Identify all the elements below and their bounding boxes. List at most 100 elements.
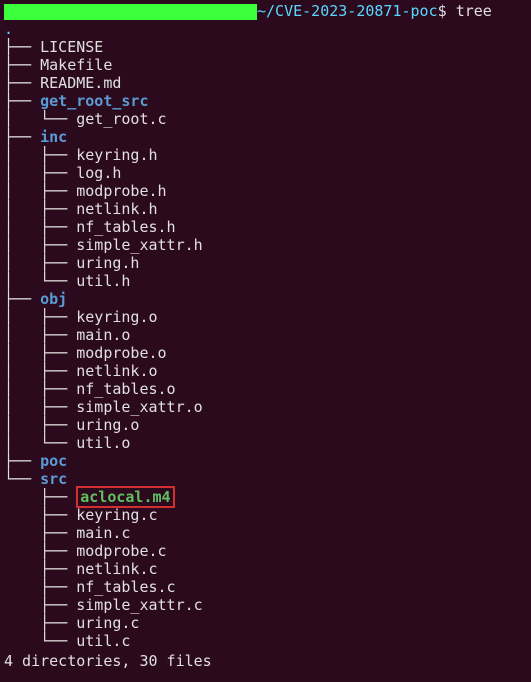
tree-line: │ ├── modprobe.o xyxy=(4,344,527,362)
tree-line: ├── obj xyxy=(4,290,527,308)
tree-line: ├── README.md xyxy=(4,74,527,92)
tree-branch: │ ├── xyxy=(4,398,76,416)
tree-line: ├── LICENSE xyxy=(4,38,527,56)
tree-line: ├── poc xyxy=(4,452,527,470)
tree-line: ├── uring.c xyxy=(4,614,527,632)
tree-branch: ├── xyxy=(4,578,76,596)
tree-branch: │ ├── xyxy=(4,218,76,236)
tree-branch: │ ├── xyxy=(4,416,76,434)
file-name: netlink.c xyxy=(76,560,157,578)
file-name: simple_xattr.h xyxy=(76,236,202,254)
tree-branch: ├── xyxy=(4,488,76,506)
file-name: nf_tables.o xyxy=(76,380,175,398)
tree-branch: │ ├── xyxy=(4,182,76,200)
tree-branch: ├── xyxy=(4,506,76,524)
file-name: LICENSE xyxy=(40,38,103,56)
cwd-path: ~/CVE-2023-20871-poc xyxy=(257,2,438,20)
file-name: simple_xattr.c xyxy=(76,596,202,614)
file-name: keyring.c xyxy=(76,506,157,524)
tree-line: │ ├── simple_xattr.o xyxy=(4,398,527,416)
tree-line: ├── modprobe.c xyxy=(4,542,527,560)
file-name: get_root.c xyxy=(76,110,166,128)
tree-line: ├── inc xyxy=(4,128,527,146)
file-name: modprobe.o xyxy=(76,344,166,362)
file-name: util.o xyxy=(76,434,130,452)
tree-line: │ ├── log.h xyxy=(4,164,527,182)
tree-branch: │ ├── xyxy=(4,236,76,254)
tree-branch: │ ├── xyxy=(4,362,76,380)
tree-branch: ├── xyxy=(4,128,40,146)
tree-branch: ├── xyxy=(4,560,76,578)
tree-line: │ ├── uring.o xyxy=(4,416,527,434)
tree-line: ├── nf_tables.c xyxy=(4,578,527,596)
tree-line: ├── Makefile xyxy=(4,56,527,74)
directory-name: src xyxy=(40,470,67,488)
file-name: log.h xyxy=(76,164,121,182)
file-name: netlink.o xyxy=(76,362,157,380)
tree-branch: │ ├── xyxy=(4,146,76,164)
file-name: nf_tables.h xyxy=(76,218,175,236)
tree-line: │ ├── netlink.h xyxy=(4,200,527,218)
file-name: util.c xyxy=(76,632,130,650)
file-name: keyring.h xyxy=(76,146,157,164)
tree-line: │ ├── modprobe.h xyxy=(4,182,527,200)
file-name: README.md xyxy=(40,74,121,92)
tree-branch: ├── xyxy=(4,92,40,110)
tree-branch: └── xyxy=(4,632,76,650)
directory-name: obj xyxy=(40,290,67,308)
tree-line: │ ├── nf_tables.h xyxy=(4,218,527,236)
tree-line: │ ├── nf_tables.o xyxy=(4,380,527,398)
file-name: nf_tables.c xyxy=(76,578,175,596)
prompt-symbol: $ xyxy=(438,2,447,20)
file-name: Makefile xyxy=(40,56,112,74)
tree-branch: ├── xyxy=(4,542,76,560)
tree-branch: ├── xyxy=(4,452,40,470)
directory-name: get_root_src xyxy=(40,92,148,110)
tree-line: │ ├── keyring.o xyxy=(4,308,527,326)
tree-branch: │ ├── xyxy=(4,380,76,398)
directory-name: poc xyxy=(40,452,67,470)
tree-line: │ ├── netlink.o xyxy=(4,362,527,380)
tree-line: │ └── util.o xyxy=(4,434,527,452)
tree-summary: 4 directories, 30 files xyxy=(4,652,527,670)
tree-branch: │ ├── xyxy=(4,308,76,326)
user-host-redacted xyxy=(4,4,257,20)
tree-branch: └── xyxy=(4,470,40,488)
tree-root: . xyxy=(4,20,527,38)
file-name: util.h xyxy=(76,272,130,290)
file-name: simple_xattr.o xyxy=(76,398,202,416)
tree-line: ├── netlink.c xyxy=(4,560,527,578)
tree-branch: │ ├── xyxy=(4,344,76,362)
command-text: tree xyxy=(456,2,492,20)
file-name: main.o xyxy=(76,326,130,344)
file-name: uring.h xyxy=(76,254,139,272)
tree-branch: ├── xyxy=(4,614,76,632)
file-name: uring.o xyxy=(76,416,139,434)
tree-branch: ├── xyxy=(4,38,40,56)
tree-branch: │ ├── xyxy=(4,326,76,344)
tree-line: │ ├── uring.h xyxy=(4,254,527,272)
tree-branch: ├── xyxy=(4,56,40,74)
file-name: keyring.o xyxy=(76,308,157,326)
tree-output: ├── LICENSE├── Makefile├── README.md├── … xyxy=(4,38,527,650)
directory-name: inc xyxy=(40,128,67,146)
tree-branch: │ └── xyxy=(4,434,76,452)
tree-line: ├── simple_xattr.c xyxy=(4,596,527,614)
tree-line: │ ├── main.o xyxy=(4,326,527,344)
file-name: uring.c xyxy=(76,614,139,632)
tree-line: └── util.c xyxy=(4,632,527,650)
tree-branch: ├── xyxy=(4,524,76,542)
tree-line: │ ├── simple_xattr.h xyxy=(4,236,527,254)
tree-line: ├── get_root_src xyxy=(4,92,527,110)
tree-line: │ └── util.h xyxy=(4,272,527,290)
tree-branch: │ ├── xyxy=(4,254,76,272)
tree-branch: ├── xyxy=(4,290,40,308)
tree-line: ├── aclocal.m4 xyxy=(4,488,527,506)
tree-line: │ └── get_root.c xyxy=(4,110,527,128)
file-name: netlink.h xyxy=(76,200,157,218)
file-name: modprobe.h xyxy=(76,182,166,200)
tree-line: ├── keyring.c xyxy=(4,506,527,524)
prompt-line: ~/CVE-2023-20871-poc$ tree xyxy=(4,2,527,20)
highlighted-file: aclocal.m4 xyxy=(76,486,174,508)
tree-line: │ ├── keyring.h xyxy=(4,146,527,164)
